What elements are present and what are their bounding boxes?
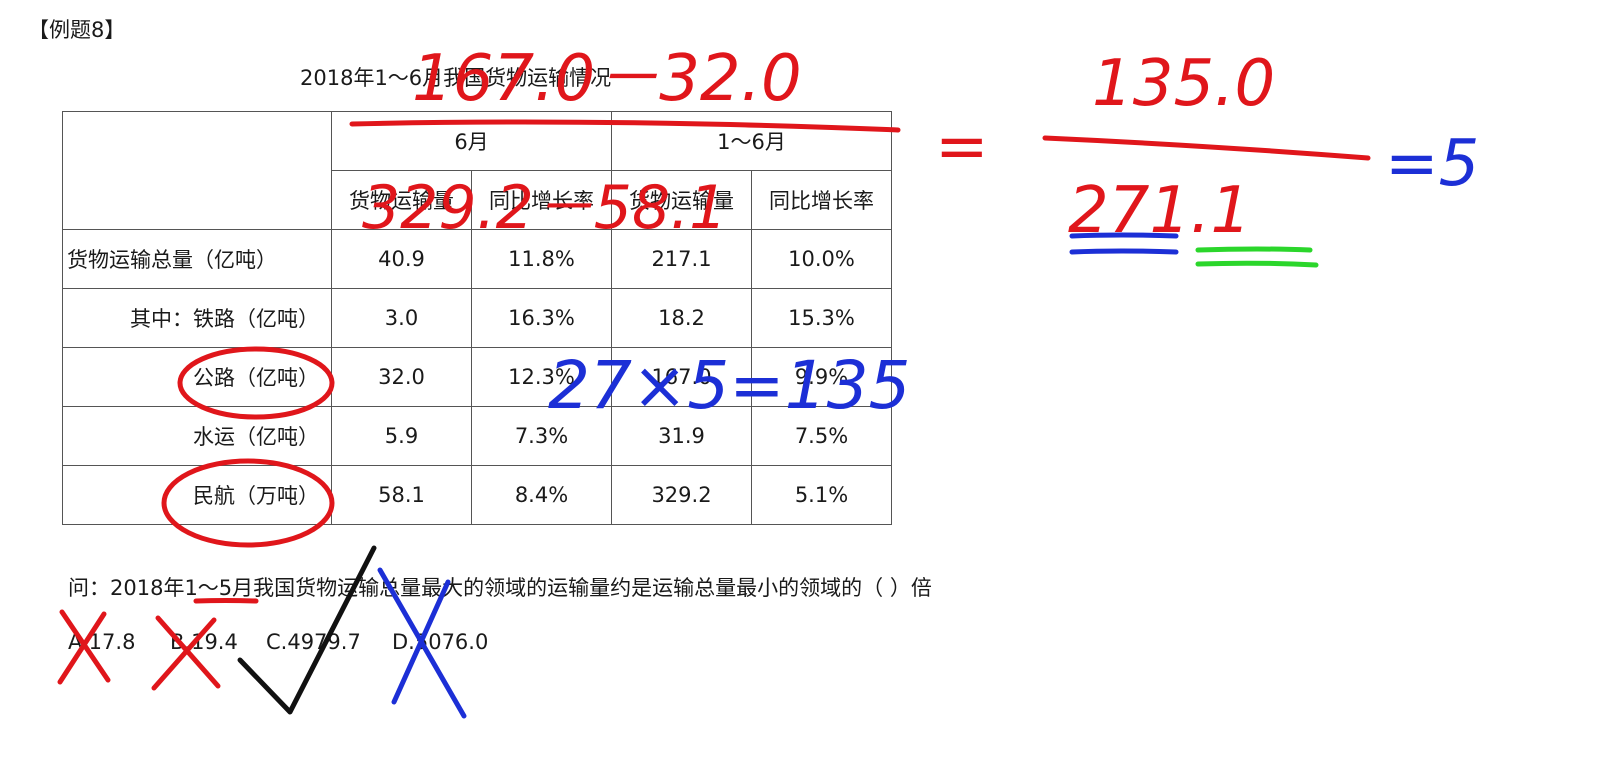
annotation-result: =5 — [1385, 127, 1479, 201]
annotation-fraction-numerator: 135.0 — [1092, 47, 1275, 121]
underline-green — [1195, 246, 1319, 268]
check-option-c — [237, 545, 377, 715]
annotation-side-calc: 27×5=135 — [548, 347, 911, 424]
underline-question — [193, 598, 259, 604]
cross-option-d — [377, 567, 467, 719]
cross-option-a — [57, 609, 111, 685]
fraction-bar-red — [349, 119, 901, 133]
annotation-equals: = — [935, 110, 989, 184]
circle-highway — [177, 346, 335, 420]
cross-option-b — [151, 615, 221, 691]
annotation-denominator: 329.2－58.1 — [362, 173, 727, 243]
annotation-numerator: 167.0－32.0 — [412, 42, 802, 116]
handwritten-annotations: 167.0－32.0 329.2－58.1 = 135.0 271.1 =5 2… — [57, 42, 1479, 719]
circle-aviation — [161, 458, 335, 548]
fraction-bar-red-2 — [1042, 135, 1371, 161]
